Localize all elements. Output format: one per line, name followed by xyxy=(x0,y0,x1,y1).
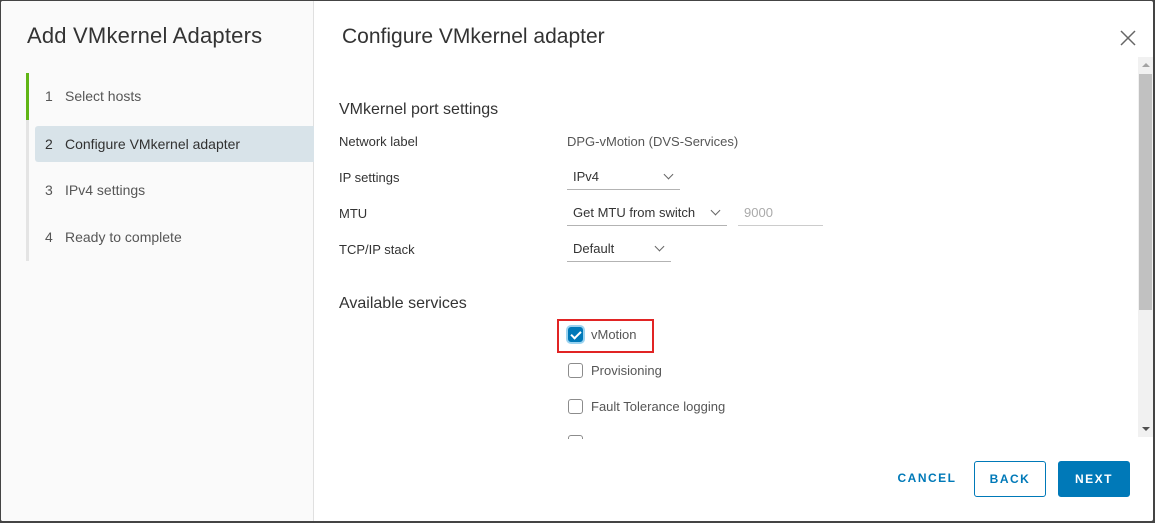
mtu-label: MTU xyxy=(339,206,368,221)
checkbox-label: Provisioning xyxy=(591,363,662,378)
mtu-select[interactable]: Get MTU from switch xyxy=(567,202,727,226)
step-label: Select hosts xyxy=(65,88,142,104)
chevron-down-icon xyxy=(654,241,665,252)
step-label: Configure VMkernel adapter xyxy=(65,136,241,152)
next-button[interactable]: NEXT xyxy=(1058,461,1130,497)
wizard-steps: 1 Select hosts 2 Configure VMkernel adapte… xyxy=(26,73,314,261)
mtu-input[interactable]: 9000 xyxy=(738,202,823,226)
network-label-label: Network label xyxy=(339,134,418,149)
scrollbar[interactable] xyxy=(1138,57,1153,437)
step-label: Ready to complete xyxy=(65,229,182,245)
checkbox-checked-icon xyxy=(568,327,583,342)
tcpip-stack-label: TCP/IP stack xyxy=(339,242,415,257)
checkbox-label: Fault Tolerance logging xyxy=(591,399,726,414)
scroll-down-icon[interactable] xyxy=(1142,427,1150,431)
provisioning-checkbox[interactable]: Provisioning xyxy=(568,363,662,378)
chevron-down-icon xyxy=(710,205,721,216)
page-title: Configure VMkernel adapter xyxy=(342,25,605,48)
step-number: 2 xyxy=(45,136,53,152)
wizard-title: Add VMkernel Adapters xyxy=(27,23,263,48)
step-number: 4 xyxy=(45,229,53,245)
checkbox-label: vMotion xyxy=(591,327,637,342)
service-checkbox[interactable] xyxy=(568,435,591,439)
form-content: VMkernel port settings Network label DPG… xyxy=(315,57,1138,439)
selected-value: Default xyxy=(573,241,615,256)
chevron-down-icon xyxy=(663,169,674,180)
step-select-hosts[interactable]: 1 Select hosts xyxy=(26,73,314,120)
scrollbar-thumb[interactable] xyxy=(1139,74,1152,310)
step-ipv4-settings[interactable]: 3 IPv4 settings xyxy=(29,167,314,214)
add-vmkernel-adapters-dialog: Add VMkernel Adapters 1 Select hosts 2 Con… xyxy=(1,1,1153,521)
step-number: 3 xyxy=(45,182,53,198)
ip-settings-label: IP settings xyxy=(339,170,400,185)
step-label: IPv4 settings xyxy=(65,182,146,198)
back-button[interactable]: BACK xyxy=(974,461,1046,497)
selected-value: Get MTU from switch xyxy=(573,205,696,220)
scroll-up-icon[interactable] xyxy=(1142,63,1150,67)
wizard-sidebar: Add VMkernel Adapters 1 Select hosts 2 Con… xyxy=(1,1,314,521)
checkbox-icon xyxy=(568,399,583,414)
tcpip-stack-select[interactable]: Default xyxy=(567,238,671,262)
step-number: 1 xyxy=(45,88,53,104)
vmotion-checkbox[interactable]: vMotion xyxy=(568,327,637,342)
checkbox-icon xyxy=(568,435,583,439)
step-configure-vmkernel-adapter[interactable]: 2 Configure VMkernel adapter xyxy=(35,126,314,162)
network-label-value: DPG-vMotion (DVS-Services) xyxy=(567,134,739,149)
cancel-button[interactable]: CANCEL xyxy=(887,461,967,497)
selected-value: IPv4 xyxy=(573,169,600,184)
port-settings-heading: VMkernel port settings xyxy=(339,101,499,118)
services-heading: Available services xyxy=(339,295,467,312)
step-ready-to-complete[interactable]: 4 Ready to complete xyxy=(29,214,314,261)
close-icon[interactable] xyxy=(1119,29,1137,47)
checkbox-icon xyxy=(568,363,583,378)
ip-settings-select[interactable]: IPv4 xyxy=(567,166,680,190)
fault-tolerance-logging-checkbox[interactable]: Fault Tolerance logging xyxy=(568,399,725,414)
